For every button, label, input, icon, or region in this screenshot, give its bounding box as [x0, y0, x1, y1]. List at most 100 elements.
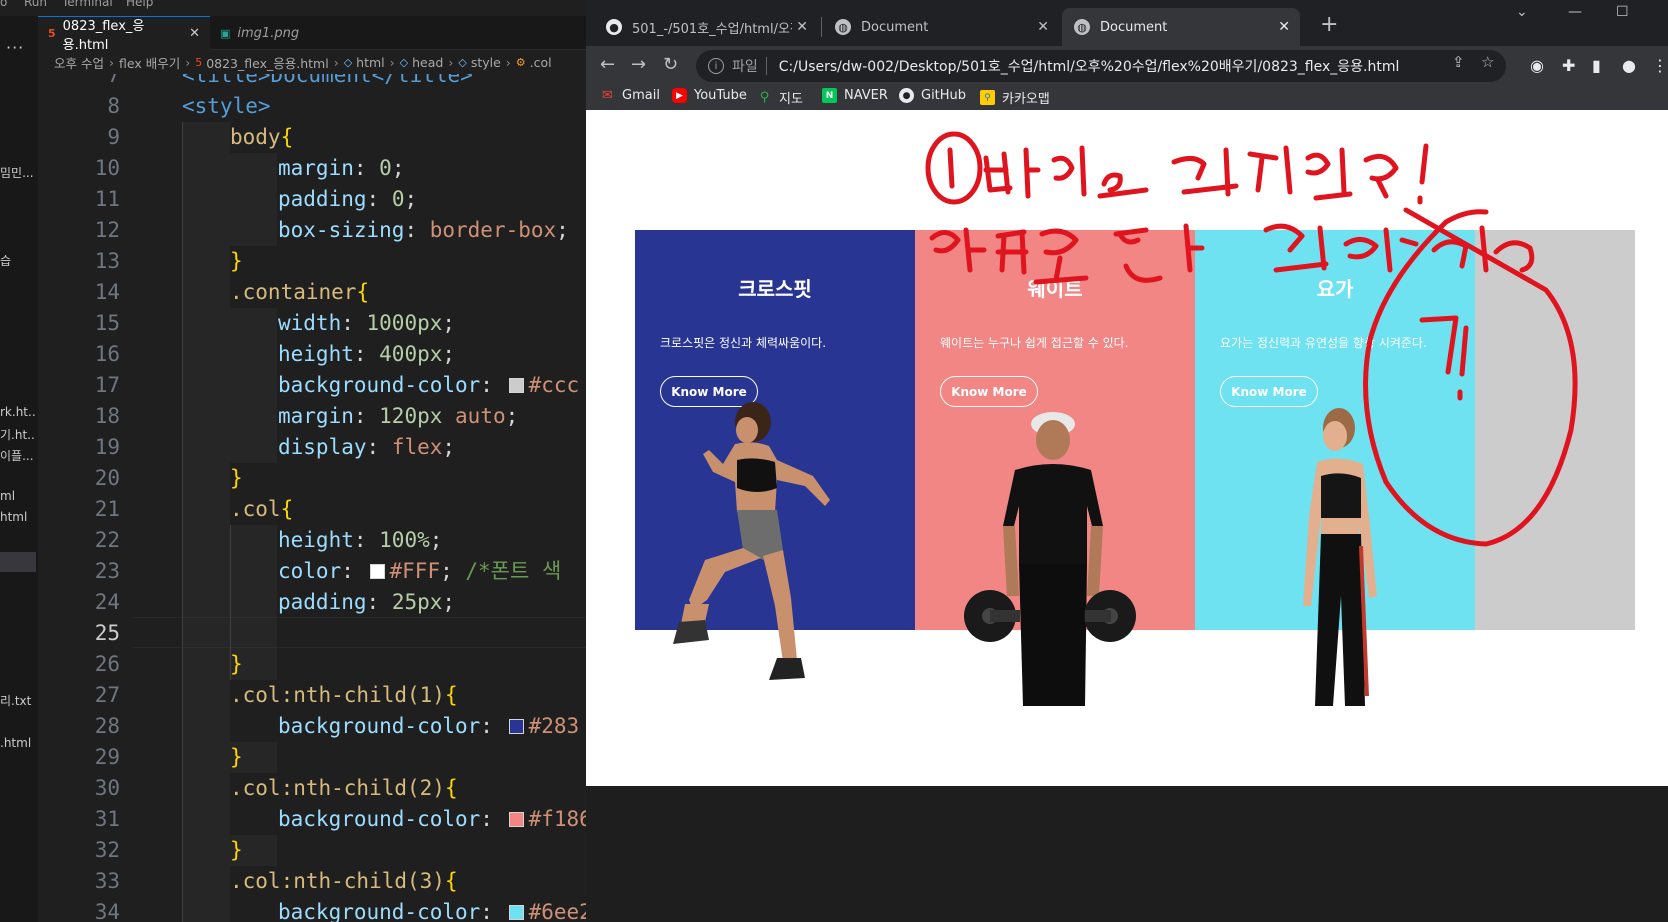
code-line: padding: 25px;: [278, 590, 456, 614]
code-token: background-color: [278, 714, 481, 738]
info-icon[interactable]: i: [708, 58, 724, 74]
code-line: margin: 120px auto;: [278, 404, 519, 428]
explorer-item[interactable]: 습: [0, 252, 36, 269]
color-swatch[interactable]: [508, 719, 524, 734]
breadcrumb-item[interactable]: style: [471, 55, 501, 70]
explorer-item[interactable]: 이플...: [0, 447, 36, 464]
know-more-button[interactable]: Know More: [940, 376, 1038, 407]
chevron-right-icon: ›: [333, 54, 339, 70]
bookmark-gmail[interactable]: ✉ Gmail: [600, 88, 660, 103]
menu-item-terminal[interactable]: Terminal: [62, 0, 113, 9]
extension-icon[interactable]: ◉: [1530, 56, 1544, 75]
line-number: 13: [94, 249, 120, 273]
bookmark-github[interactable]: ● GitHub: [899, 88, 966, 103]
line-number: 15: [94, 311, 120, 335]
code-token: margin: [278, 156, 354, 180]
menu-item[interactable]: o: [0, 0, 7, 9]
maximize-icon[interactable]: ☐: [1616, 4, 1629, 20]
indent-region: [230, 308, 277, 463]
menu-item-help[interactable]: Help: [126, 0, 153, 9]
tab-image-file[interactable]: ▣ img1.png: [210, 16, 350, 50]
breadcrumb-item[interactable]: html: [356, 55, 384, 70]
menu-kebab-icon[interactable]: ⋮: [1652, 56, 1668, 75]
minimize-icon[interactable]: —: [1568, 4, 1582, 20]
breadcrumb-item[interactable]: flex 배우기: [119, 53, 180, 72]
explorer-item[interactable]: 리.txt: [0, 692, 36, 709]
code-token: background-color: [278, 807, 481, 831]
explorer-item[interactable]: ml: [0, 489, 36, 503]
color-swatch[interactable]: [508, 378, 524, 393]
breadcrumb-item[interactable]: head: [412, 55, 443, 70]
close-tab-icon[interactable]: ✕: [1037, 19, 1049, 35]
reload-icon[interactable]: ↻: [663, 54, 678, 75]
side-panel-icon[interactable]: ▮: [1592, 56, 1601, 75]
code-token: 400px: [379, 342, 443, 366]
image-file-icon: ▣: [220, 26, 231, 40]
close-tab-icon[interactable]: ✕: [796, 19, 808, 35]
code-line: background-color: #ccc: [278, 373, 580, 397]
breadcrumb-item[interactable]: 오후 수업: [54, 53, 104, 72]
browser-tab[interactable]: ◍ Document ✕: [823, 8, 1059, 46]
bookmark-star-icon[interactable]: ☆: [1481, 53, 1494, 71]
code-line: background-color: #283: [278, 714, 580, 738]
browser-tab-title: 501_-/501호_수업/html/오전 수업: [632, 21, 792, 37]
address-bar[interactable]: i 파일 C:/Users/dw-002/Desktop/501호_수업/htm…: [696, 50, 1506, 82]
code-token: {: [356, 280, 370, 304]
bookmark-label: 지도: [779, 92, 803, 107]
chevron-right-icon: ›: [389, 54, 395, 70]
col-title: 요가: [1316, 277, 1354, 301]
line-number: 12: [94, 218, 120, 242]
code-token: border-box: [429, 218, 557, 242]
share-icon[interactable]: ⇪: [1452, 53, 1465, 71]
line-number: 8: [107, 94, 120, 118]
browser-tab[interactable]: ● 501_-/501호_수업/html/오전 수업 ✕: [594, 8, 818, 46]
col-yoga: 요가 요가는 정신력과 유연성을 향상 시켜준다. Know More: [1195, 230, 1475, 706]
menu-item-run[interactable]: Run: [24, 0, 47, 9]
explorer-item[interactable]: 밈민...: [0, 164, 36, 181]
explorer-item[interactable]: 기.ht...: [0, 426, 36, 443]
gmail-icon: ✉: [602, 88, 613, 103]
line-number: 9: [107, 125, 120, 149]
more-actions-icon[interactable]: ···: [6, 38, 24, 57]
bookmark-maps[interactable]: ⚲ 지도: [757, 88, 803, 107]
close-tab-icon[interactable]: ✕: [1278, 19, 1290, 35]
code-token: width: [278, 311, 342, 335]
code-editor[interactable]: 7 8 9 10 11 12 13 14 15 16 17 18 19 20 2…: [38, 74, 586, 922]
forward-arrow-icon[interactable]: →: [631, 54, 646, 75]
explorer-item[interactable]: rk.ht...: [0, 405, 36, 419]
tab-search-icon[interactable]: ⌄: [1516, 4, 1528, 20]
color-swatch[interactable]: [508, 812, 524, 827]
code-line: }: [230, 466, 243, 490]
close-icon[interactable]: ✕: [189, 26, 200, 41]
line-number: 29: [94, 745, 120, 769]
line-number-current: 25: [94, 621, 120, 645]
color-swatch[interactable]: [369, 564, 385, 579]
bookmark-youtube[interactable]: ▶ YouTube: [672, 88, 747, 103]
chevron-right-icon: ›: [108, 54, 114, 70]
profile-icon[interactable]: ●: [1622, 56, 1636, 75]
explorer-selected-item[interactable]: [0, 552, 36, 572]
color-swatch[interactable]: [508, 905, 524, 920]
bookmark-label: NAVER: [844, 88, 888, 103]
explorer-item[interactable]: .html: [0, 736, 36, 750]
bookmark-naver[interactable]: N NAVER: [822, 88, 888, 103]
browser-tab-active[interactable]: ◍ Document ✕: [1062, 8, 1300, 46]
code-token: flex: [391, 435, 443, 459]
code-line: }: [230, 249, 243, 273]
breadcrumb-item[interactable]: 0823_flex_응용.html: [206, 53, 329, 72]
line-number: 20: [94, 466, 120, 490]
breadcrumb-item[interactable]: .col: [530, 55, 552, 70]
know-more-button[interactable]: Know More: [1220, 376, 1318, 407]
indent-region: [182, 122, 230, 922]
code-token: body: [230, 125, 281, 149]
line-number: 30: [94, 776, 120, 800]
screen: o Run Terminal Help ··· 밈민... 습 rk.ht...…: [0, 0, 1668, 922]
new-tab-icon[interactable]: +: [1320, 12, 1338, 37]
bookmark-kakaomap[interactable]: ⚲ 카카오맵: [980, 88, 1050, 107]
explorer-item[interactable]: html: [0, 510, 36, 524]
tab-html-file[interactable]: 5 0823_flex_응용.html ✕: [38, 16, 210, 53]
puzzle-icon[interactable]: ✚: [1562, 56, 1575, 75]
back-arrow-icon[interactable]: ←: [600, 54, 615, 75]
code-line: height: 100%;: [278, 528, 443, 552]
chevron-right-icon: ›: [185, 54, 191, 70]
